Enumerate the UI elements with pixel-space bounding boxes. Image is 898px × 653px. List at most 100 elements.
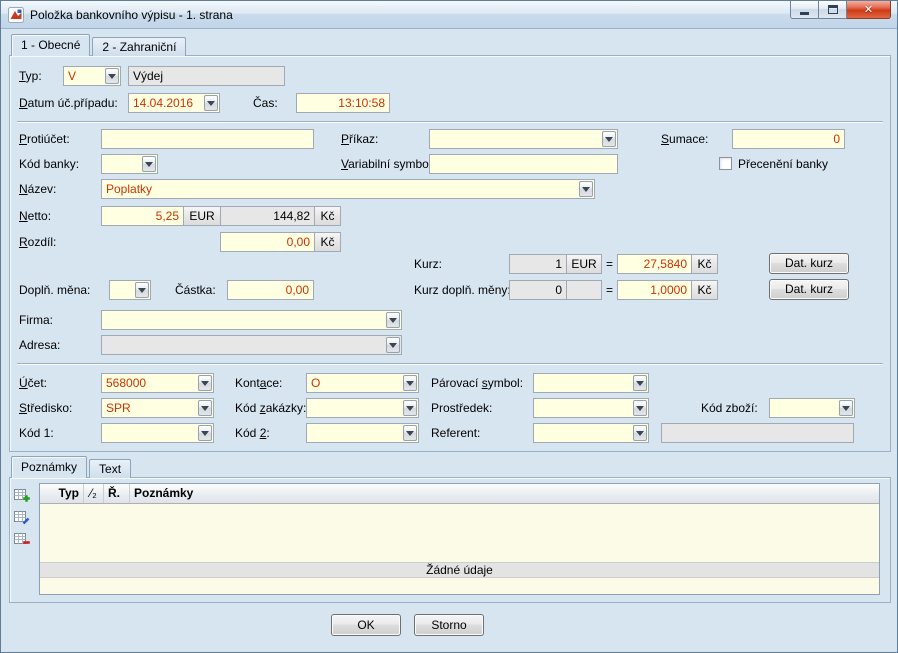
referent-combo[interactable] <box>533 423 649 443</box>
typ-text-field: Výdej <box>128 66 285 86</box>
dopln-mena-combo[interactable] <box>109 280 151 300</box>
datum-combo[interactable]: 14.04.2016 <box>128 93 220 113</box>
netto-currency-unit: EUR <box>183 206 221 226</box>
dropdown-arrow-icon[interactable] <box>142 156 156 172</box>
nazev-combo-value: Poplatky <box>106 182 153 196</box>
kod1-label: Kód 1: <box>19 426 54 440</box>
adresa-combo[interactable] <box>101 335 402 355</box>
storno-button[interactable]: Storno <box>414 614 484 636</box>
main-tabstrip: 1 - Obecné 2 - Zahraniční <box>11 34 188 56</box>
kod2-combo[interactable] <box>306 423 419 443</box>
dropdown-arrow-icon[interactable] <box>198 375 212 391</box>
ucet-label: Účet: <box>19 376 48 390</box>
dropdown-arrow-icon[interactable] <box>105 68 119 84</box>
firma-combo[interactable] <box>101 310 402 330</box>
notes-grid-body[interactable]: Žádné údaje <box>40 504 879 594</box>
cas-field[interactable]: 13:10:58 <box>296 93 390 113</box>
notes-tabstrip: Poznámky Text <box>11 456 133 478</box>
sumace-label: Sumace: <box>661 132 709 146</box>
kurz-dopln-qty-field: 0 <box>509 280 567 300</box>
kurz-dopln-label: Kurz doplň. měny: <box>414 283 511 297</box>
kod-zbozi-label: Kód zboží: <box>701 401 758 415</box>
typ-combo-value: V <box>68 69 77 83</box>
typ-combo[interactable]: V <box>63 66 121 86</box>
kurz-label: Kurz: <box>414 257 443 271</box>
variabilni-symbol-field[interactable] <box>429 154 618 174</box>
cas-label: Čas: <box>253 96 278 110</box>
netto-czk-unit: Kč <box>314 206 341 226</box>
ok-button[interactable]: OK <box>331 614 401 636</box>
edit-note-button[interactable] <box>13 508 31 526</box>
dropdown-arrow-icon[interactable] <box>839 400 853 416</box>
column-header-typ[interactable]: Typ <box>40 484 84 503</box>
prostredek-label: Prostředek: <box>431 401 493 415</box>
dat-kurz-button-2[interactable]: Dat. kurz <box>769 279 849 300</box>
prostredek-combo[interactable] <box>533 398 649 418</box>
netto-label: Netto: <box>19 209 52 223</box>
dropdown-arrow-icon[interactable] <box>198 400 212 416</box>
referent-extra-field <box>661 423 854 443</box>
dropdown-arrow-icon[interactable] <box>204 95 218 111</box>
kurz-rate-field[interactable]: 27,5840 <box>617 254 692 274</box>
divider <box>17 121 883 123</box>
protiucet-label: Protiúčet: <box>19 132 70 146</box>
kod-zbozi-combo[interactable] <box>769 398 855 418</box>
protiucet-field[interactable] <box>101 129 314 149</box>
ucet-combo[interactable]: 568000 <box>101 373 214 393</box>
kod-zakazky-combo[interactable] <box>306 398 419 418</box>
maximize-button[interactable] <box>819 1 847 19</box>
stredisko-combo-value: SPR <box>106 401 131 415</box>
close-icon: ✕ <box>863 4 874 16</box>
kontace-combo[interactable]: O <box>306 373 419 393</box>
kurz-currency-unit: Kč <box>691 254 718 274</box>
nazev-combo[interactable]: Poplatky <box>101 179 595 199</box>
no-data-band: Žádné údaje <box>40 562 879 578</box>
rozdil-field[interactable]: 0,00 <box>220 232 315 252</box>
column-header-poznamky[interactable]: Poznámky <box>130 484 879 503</box>
delete-note-icon <box>14 533 30 544</box>
notes-tab-poznamky[interactable]: Poznámky <box>11 456 88 478</box>
dropdown-arrow-icon[interactable] <box>602 131 616 147</box>
tab-obecne[interactable]: 1 - Obecné <box>11 34 91 56</box>
minimize-button[interactable] <box>790 1 819 19</box>
dropdown-arrow-icon[interactable] <box>198 425 212 441</box>
kurz-dopln-equals: = <box>606 283 614 297</box>
castka-field[interactable]: 0,00 <box>227 280 314 300</box>
preceneni-banky-checkbox[interactable] <box>719 157 732 170</box>
stredisko-combo[interactable]: SPR <box>101 398 214 418</box>
dropdown-arrow-icon[interactable] <box>633 375 647 391</box>
maximize-icon <box>827 5 838 14</box>
column-sort-icon[interactable]: ⁄₂ <box>84 484 104 503</box>
tab-zahranicni[interactable]: 2 - Zahraniční <box>92 37 187 56</box>
typ-label: Typ: <box>19 69 42 83</box>
dropdown-arrow-icon[interactable] <box>403 425 417 441</box>
dropdown-arrow-icon[interactable] <box>633 425 647 441</box>
dropdown-arrow-icon[interactable] <box>135 282 149 298</box>
netto-czk-field: 144,82 <box>220 206 315 226</box>
kurz-dopln-rate-field[interactable]: 1,0000 <box>617 280 692 300</box>
dropdown-arrow-icon[interactable] <box>579 181 593 197</box>
ucet-combo-value: 568000 <box>106 376 147 390</box>
dropdown-arrow-icon[interactable] <box>403 375 417 391</box>
column-header-radek[interactable]: Ř. <box>104 484 130 503</box>
dropdown-arrow-icon[interactable] <box>386 312 400 328</box>
nazev-label: Název: <box>19 182 57 196</box>
dat-kurz-button-1[interactable]: Dat. kurz <box>769 253 849 274</box>
add-note-button[interactable] <box>13 486 31 504</box>
delete-note-button[interactable] <box>13 530 31 548</box>
notes-tab-text[interactable]: Text <box>89 459 132 478</box>
kod-banky-combo[interactable] <box>101 154 158 174</box>
kontace-label: Kontace: <box>235 376 283 390</box>
app-icon <box>8 6 24 23</box>
close-button[interactable]: ✕ <box>847 1 891 19</box>
kod1-combo[interactable] <box>101 423 214 443</box>
dropdown-arrow-icon[interactable] <box>403 400 417 416</box>
netto-amount-field[interactable]: 5,25 <box>101 206 184 226</box>
adresa-label: Adresa: <box>19 338 61 352</box>
prikaz-combo[interactable] <box>429 129 618 149</box>
dropdown-arrow-icon[interactable] <box>633 400 647 416</box>
dropdown-arrow-icon[interactable] <box>386 337 400 353</box>
parovaci-symbol-combo[interactable] <box>533 373 649 393</box>
sumace-field[interactable]: 0 <box>732 129 845 149</box>
kurz-equals: = <box>606 257 614 271</box>
